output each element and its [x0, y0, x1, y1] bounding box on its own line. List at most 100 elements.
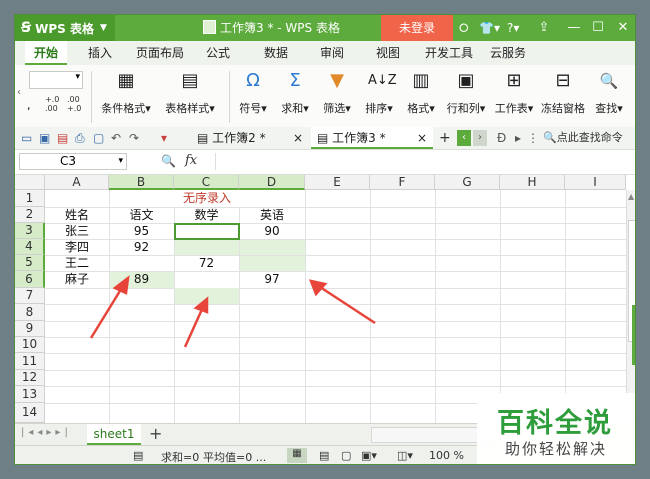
- comma-style-icon[interactable]: ,: [27, 99, 31, 112]
- print-icon[interactable]: ⎙: [75, 127, 85, 149]
- login-button[interactable]: 未登录: [381, 15, 453, 41]
- close-icon[interactable]: ×: [417, 127, 427, 149]
- undo-icon[interactable]: ↶: [111, 127, 121, 149]
- normal-view-icon[interactable]: ▦: [287, 448, 307, 463]
- new-tab-icon[interactable]: +: [439, 127, 451, 149]
- chevron-down-icon: ▾: [118, 156, 123, 166]
- reading-view-icon[interactable]: ▣▾: [361, 449, 377, 462]
- restore-icon[interactable]: ⇪: [533, 15, 555, 41]
- filter-button[interactable]: ▼ 筛选▾: [317, 67, 357, 125]
- side-panel-toggle[interactable]: [632, 305, 635, 365]
- worksheet-button[interactable]: ⊞ 工作表▾: [491, 67, 537, 125]
- doc-tab-label: 工作簿3 *: [332, 131, 386, 145]
- name-box-value: C3: [60, 154, 77, 168]
- arrow-head: [309, 279, 328, 297]
- arrow-line: [183, 306, 205, 348]
- table-style-label: 表格样式: [165, 102, 210, 115]
- tab-insert[interactable]: 插入: [85, 41, 115, 65]
- zoom-level[interactable]: 100 %: [429, 449, 464, 462]
- label: 条件格式▾: [101, 102, 151, 115]
- tab-menu-icon[interactable]: ▸: [515, 127, 521, 149]
- find-button[interactable]: 🔍 查找▾: [589, 67, 629, 125]
- format-button[interactable]: ▥ 格式▾: [401, 67, 441, 125]
- horizontal-scrollbar[interactable]: [371, 427, 493, 443]
- app-window: Ꞩ WPS 表格 ▼ 工作簿3 * - WPS 表格 未登录 ⭘ 👕▾ ?▾ ⇪…: [14, 14, 636, 465]
- redo-icon[interactable]: ↷: [129, 127, 139, 149]
- tab-cloud[interactable]: 云服务: [487, 41, 529, 65]
- watermark-title: 百科全说: [497, 408, 613, 439]
- table-style-button[interactable]: ▤ 表格样式▾: [161, 67, 219, 125]
- sheet-tab-sheet1[interactable]: sheet1: [87, 424, 141, 445]
- command-search-label: 点此查找命令: [556, 131, 623, 144]
- page-break-view-icon[interactable]: ▢: [341, 449, 351, 462]
- status-average: 平均值=0 ...: [203, 451, 267, 464]
- chevron-down-icon: ▾: [75, 72, 80, 82]
- omega-icon: Ω: [246, 70, 260, 91]
- sum-button[interactable]: Σ 求和▾: [275, 67, 315, 125]
- tab-home[interactable]: 开始: [25, 41, 67, 65]
- conditional-format-button[interactable]: ▦ 条件格式▾: [97, 67, 155, 125]
- doc-tab-workbook2[interactable]: ▤ 工作簿2 * ×: [191, 127, 309, 149]
- chevron-left-icon[interactable]: ‹: [457, 130, 471, 146]
- app-name: WPS 表格: [35, 21, 94, 36]
- command-search[interactable]: 🔍点此查找命令: [543, 127, 623, 149]
- calc-icon[interactable]: ▤: [133, 449, 143, 462]
- annotation-arrows: [89, 275, 376, 348]
- symbol-button[interactable]: Ω 符号▾: [233, 67, 273, 125]
- formula-input[interactable]: [215, 153, 634, 170]
- tshirt-icon[interactable]: 👕▾: [479, 15, 500, 41]
- minimize-button[interactable]: —: [563, 15, 585, 41]
- chevron-right-icon[interactable]: ›: [473, 130, 487, 146]
- freeze-panes-button[interactable]: ⊟ 冻结窗格: [539, 67, 587, 125]
- sheet-doc-icon: ▤: [197, 131, 213, 145]
- tab-developer[interactable]: 开发工具: [423, 41, 475, 65]
- font-size-select[interactable]: ▾: [29, 71, 83, 89]
- preview-icon[interactable]: ▢: [93, 127, 104, 149]
- ribbon: ‹ ▾ , +.0.00 .00 +.0 ▦ 条件格式▾ ▤ 表格样式▾ Ω 符号…: [15, 65, 635, 128]
- find-label: 查找: [595, 102, 618, 115]
- maximize-button[interactable]: ☐: [587, 15, 609, 41]
- title-bar: Ꞩ WPS 表格 ▼ 工作簿3 * - WPS 表格 未登录 ⭘ 👕▾ ?▾ ⇪…: [15, 15, 635, 41]
- row-col-icon: ▣: [457, 70, 475, 91]
- ribbon-scroll-left-icon[interactable]: ‹: [17, 87, 21, 98]
- name-box[interactable]: C3 ▾: [19, 153, 127, 170]
- tab-list-icon[interactable]: Ð: [497, 127, 506, 149]
- tab-review[interactable]: 审阅: [317, 41, 347, 65]
- scroll-up-icon[interactable]: ▲: [628, 192, 634, 201]
- customize-icon[interactable]: ▾: [161, 127, 167, 149]
- tab-data[interactable]: 数据: [261, 41, 291, 65]
- more-icon[interactable]: ⋮: [527, 127, 539, 149]
- eye-protect-icon[interactable]: ◫▾: [397, 449, 413, 462]
- app-menu-button[interactable]: Ꞩ WPS 表格 ▼: [15, 15, 115, 41]
- increase-decimal-icon[interactable]: +.0.00: [45, 95, 59, 113]
- tab-view[interactable]: 视图: [373, 41, 403, 65]
- ribbon-tabs: 开始 插入 页面布局 公式 数据 审阅 视图 开发工具 云服务: [15, 41, 635, 66]
- skin-icon[interactable]: ⭘: [459, 15, 469, 41]
- save-icon[interactable]: ▣: [39, 127, 50, 149]
- sort-button[interactable]: A↓Z 排序▾: [359, 67, 399, 125]
- freeze-label: 冻结窗格: [541, 102, 585, 115]
- page-layout-view-icon[interactable]: ▤: [319, 449, 329, 462]
- sum-label: 求和: [281, 102, 304, 115]
- close-button[interactable]: ✕: [612, 15, 634, 41]
- divider: [91, 71, 92, 123]
- sheet-nav-icons[interactable]: |◂◂▸▸|: [21, 427, 72, 438]
- label: 行和列▾: [446, 102, 486, 115]
- symbol-label: 符号: [239, 102, 262, 115]
- doc-tab-workbook3[interactable]: ▤ 工作簿3 * ×: [311, 127, 433, 149]
- close-icon[interactable]: ×: [293, 127, 303, 149]
- zoom-search-icon[interactable]: 🔍: [161, 154, 176, 168]
- arrow-head: [112, 275, 130, 295]
- tab-formula[interactable]: 公式: [203, 41, 233, 65]
- function-icon[interactable]: fx: [185, 153, 197, 168]
- worksheet-label: 工作表: [494, 102, 528, 115]
- pdf-icon[interactable]: ▤: [57, 127, 68, 149]
- search-icon: 🔍: [543, 131, 557, 144]
- folder-icon[interactable]: ▭: [21, 127, 32, 149]
- tab-page-layout[interactable]: 页面布局: [135, 41, 185, 65]
- add-sheet-icon[interactable]: +: [149, 424, 162, 444]
- row-col-button[interactable]: ▣ 行和列▾: [443, 67, 489, 125]
- help-icon[interactable]: ?▾: [507, 15, 519, 41]
- format-icon: ▥: [412, 70, 430, 91]
- decrease-decimal-icon[interactable]: .00 +.0: [67, 95, 81, 113]
